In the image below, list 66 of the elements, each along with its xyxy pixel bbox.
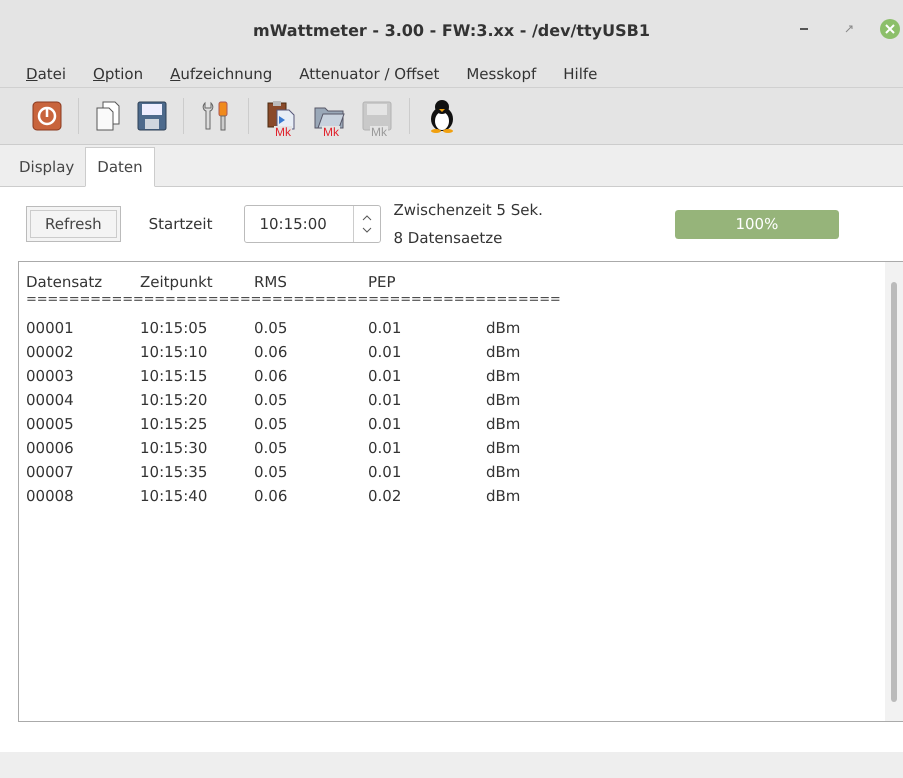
interval-text: Zwischenzeit 5 Sek. (393, 201, 543, 219)
menu-item[interactable]: Messkopf (466, 64, 536, 82)
table-cell-text: 00008 (26, 487, 75, 505)
time-spinbox[interactable]: 10:15:00 (244, 205, 382, 243)
table-cell-text: dBm (486, 391, 522, 409)
table-cell-text: 00005 (26, 415, 75, 433)
progress-reading: 100% (734, 214, 780, 235)
window-title: mWattmeter - 3.00 - FW:3.xx - /dev/ttyUSB1 (253, 20, 650, 40)
menu-item[interactable]: Hilfe (563, 64, 598, 82)
menu-item[interactable]: Datei (26, 64, 66, 82)
table-cell-text: 00006 (26, 439, 75, 457)
table-cell-text: 10:15:40 (140, 487, 208, 505)
table-cell-text: 0.05 (254, 415, 288, 433)
column-header: RMS (254, 273, 288, 291)
column-header: PEP (368, 273, 397, 291)
table-cell-text: 00003 (26, 367, 75, 385)
table-cell-text: dBm (486, 463, 522, 481)
restore-icon[interactable] (845, 25, 853, 33)
table-cell-text: dBm (486, 487, 522, 505)
table-cell-text: 10:15:05 (140, 319, 208, 337)
table-cell-text: 0.01 (368, 391, 402, 409)
table-cell-text: 0.05 (254, 391, 288, 409)
table-cell-text: 0.05 (254, 319, 288, 337)
spin-arrows-icon[interactable] (362, 213, 372, 235)
tab[interactable]: Daten (85, 147, 155, 187)
table-cell-text: 0.01 (368, 319, 402, 337)
table-cell-text: 10:15:10 (140, 343, 208, 361)
refresh-button[interactable]: Refresh (26, 206, 121, 242)
floppy-icon[interactable] (137, 101, 167, 131)
table-cell-text: 00002 (26, 343, 75, 361)
table-cell-text: 0.02 (368, 487, 402, 505)
table-cell-text: dBm (486, 343, 522, 361)
table-cell-text: 0.05 (254, 439, 288, 457)
table-cell-text: 10:15:25 (140, 415, 208, 433)
menu-item[interactable]: Aufzeichnung (170, 64, 272, 82)
table-cell-text: 0.06 (254, 487, 288, 505)
table-cell-text: 0.01 (368, 343, 402, 361)
table-cell-text: dBm (486, 439, 522, 457)
table-cell-text: 10:15:35 (140, 463, 208, 481)
table-cell-text: 0.01 (368, 439, 402, 457)
column-header: Zeitpunkt (140, 273, 214, 291)
table-cell-text: 0.01 (368, 463, 402, 481)
record-count: 8 Datensaetze (393, 229, 504, 247)
separator-line: ================================================== (26, 292, 561, 307)
table-cell-text: 10:15:15 (140, 367, 208, 385)
table-cell-text: 0.01 (368, 367, 402, 385)
table-cell-text: 10:15:20 (140, 391, 208, 409)
menu-item[interactable]: Attenuator / Offset (299, 64, 440, 82)
column-header: Datensatz (26, 273, 104, 291)
power-icon[interactable] (32, 101, 62, 131)
documents-icon[interactable] (95, 100, 121, 132)
scrollbar-thumb[interactable] (891, 282, 897, 702)
table-cell-text: 0.05 (254, 463, 288, 481)
table-cell-text: 10:15:30 (140, 439, 208, 457)
table-cell-text: 0.01 (368, 415, 402, 433)
tab[interactable]: Display (8, 148, 86, 186)
table-cell-text: 00007 (26, 463, 75, 481)
start-time-label: Startzeit (148, 215, 212, 233)
table-cell-text: 0.06 (254, 343, 288, 361)
table-cell-text: 00004 (26, 391, 75, 409)
table-cell-text: 00001 (26, 319, 75, 337)
table-cell-text: dBm (486, 367, 522, 385)
table-cell-text: 0.06 (254, 367, 288, 385)
menu-item[interactable]: Option (93, 64, 144, 82)
table-cell-text: dBm (486, 319, 522, 337)
table-cell-text: dBm (486, 415, 522, 433)
